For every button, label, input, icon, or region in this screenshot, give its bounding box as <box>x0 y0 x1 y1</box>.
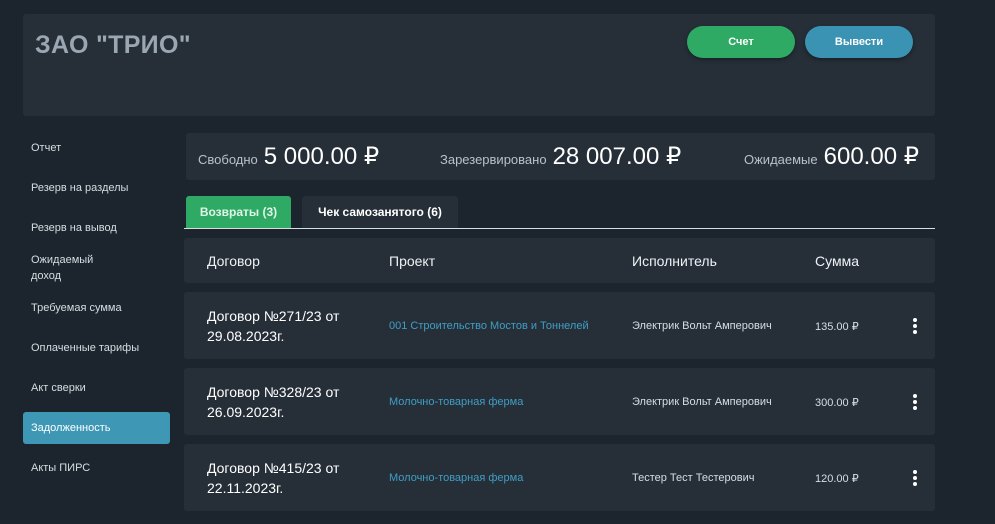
sidebar-item-expected-income[interactable]: Ожидаемый доход <box>23 252 123 284</box>
more-vertical-icon[interactable] <box>908 316 922 336</box>
balance-expected-label: Ожидаемые <box>744 152 818 167</box>
sidebar-item-report[interactable]: Отчет <box>23 132 170 164</box>
executor-cell: Электрик Вольт Амперович <box>632 396 772 408</box>
balance-reserved-label: Зарезервировано <box>440 152 547 167</box>
withdraw-button[interactable]: Вывести <box>805 26 913 58</box>
company-name: ЗАО "ТРИО" <box>35 31 191 59</box>
column-executor: Исполнитель <box>632 253 717 269</box>
balance-free-value: 5 000.00 ₽ <box>263 143 380 170</box>
table-row: Договор №271/23 от 29.08.2023г. 001 Стро… <box>184 292 935 359</box>
balance-reserved: Зарезервировано 28 007.00 ₽ <box>440 142 681 171</box>
company-header: ЗАО "ТРИО" Счет Вывести <box>23 14 935 116</box>
invoice-button[interactable]: Счет <box>687 26 795 58</box>
balance-expected: Ожидаемые 600.00 ₽ <box>744 142 919 171</box>
project-link[interactable]: 001 Строительство Мостов и Тоннелей <box>389 320 589 332</box>
executor-cell: Электрик Вольт Амперович <box>632 320 772 332</box>
sidebar-item-withdraw-reserve[interactable]: Резерв на вывод <box>23 212 170 244</box>
contract-cell: Договор №328/23 от 26.09.2023г. <box>207 384 340 420</box>
sum-cell: 300.00 ₽ <box>815 397 859 409</box>
tab-self-employed-check[interactable]: Чек самозанятого (6) <box>302 196 458 228</box>
balance-reserved-value: 28 007.00 ₽ <box>552 143 682 170</box>
tab-returns[interactable]: Возвраты (3) <box>186 196 291 228</box>
table-header: Договор Проект Исполнитель Сумма <box>184 238 935 283</box>
balances-panel: Свободно 5 000.00 ₽ Зарезервировано 28 0… <box>186 133 935 180</box>
sidebar-item-debt[interactable]: Задолженность <box>23 412 170 444</box>
balance-free: Свободно 5 000.00 ₽ <box>198 142 379 171</box>
more-vertical-icon[interactable] <box>908 392 922 412</box>
sidebar-item-required-amount[interactable]: Требуемая сумма <box>23 292 170 324</box>
more-vertical-icon[interactable] <box>908 468 922 488</box>
balance-free-label: Свободно <box>198 152 258 167</box>
column-contract: Договор <box>207 253 260 269</box>
balance-expected-value: 600.00 ₽ <box>823 143 919 170</box>
executor-cell: Тестер Тест Тестерович <box>632 472 755 484</box>
project-link[interactable]: Молочно-товарная ферма <box>389 396 523 408</box>
table-row: Договор №328/23 от 26.09.2023г. Молочно-… <box>184 368 935 435</box>
sidebar-item-pirs-acts[interactable]: Акты ПИРС <box>23 452 170 484</box>
sum-cell: 120.00 ₽ <box>815 473 859 485</box>
table-row: Договор №415/23 от 22.11.2023г. Молочно-… <box>184 444 935 511</box>
column-project: Проект <box>389 253 436 269</box>
column-sum: Сумма <box>815 253 859 269</box>
tabs-bar: Возвраты (3) Чек самозанятого (6) <box>184 196 935 229</box>
sidebar-item-reconciliation[interactable]: Акт сверки <box>23 372 170 404</box>
sidebar-item-paid-tariffs[interactable]: Оплаченные тарифы <box>23 332 170 364</box>
sidebar-item-section-reserve[interactable]: Резерв на разделы <box>23 172 170 204</box>
contract-cell: Договор №415/23 от 22.11.2023г. <box>207 460 340 496</box>
project-link[interactable]: Молочно-товарная ферма <box>389 472 523 484</box>
contract-cell: Договор №271/23 от 29.08.2023г. <box>207 308 340 344</box>
sum-cell: 135.00 ₽ <box>815 321 859 333</box>
